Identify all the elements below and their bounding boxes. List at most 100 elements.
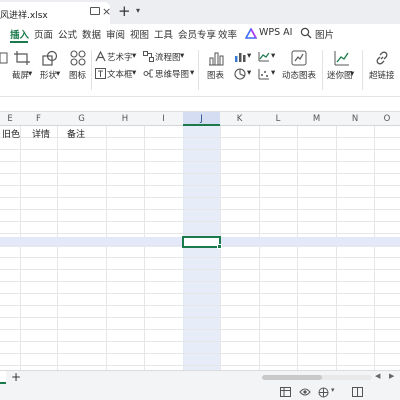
menu-page[interactable]: 页面 bbox=[34, 27, 53, 41]
menu-insert[interactable]: 插入 bbox=[10, 27, 29, 41]
hyperlink-icon[interactable] bbox=[374, 50, 390, 66]
bar-chart-caret[interactable]: ▾ bbox=[247, 51, 251, 61]
flowchart-label[interactable]: 流程图 bbox=[155, 51, 181, 63]
grid-line bbox=[0, 185, 400, 186]
screenshot-label[interactable]: 截屏 bbox=[12, 69, 29, 81]
eye-icon[interactable] bbox=[299, 387, 311, 397]
art-text-label[interactable]: 艺术字 bbox=[107, 51, 133, 63]
screenshot-caret[interactable]: ▾ bbox=[28, 69, 32, 79]
view-mode-caret[interactable]: ▾ bbox=[331, 386, 335, 394]
column-header-k[interactable]: K bbox=[220, 114, 259, 124]
document-tab[interactable]: 风进祥.xlsx × bbox=[0, 2, 111, 24]
normal-view-icon[interactable] bbox=[280, 387, 291, 397]
shape-label[interactable]: 形状 bbox=[40, 69, 57, 81]
page-layout-icon[interactable] bbox=[318, 387, 329, 398]
column-header-f[interactable]: F bbox=[20, 114, 57, 124]
textbox-label[interactable]: 文本框 bbox=[107, 68, 133, 80]
pie-chart-caret[interactable]: ▾ bbox=[247, 68, 251, 78]
search-icon[interactable] bbox=[300, 27, 312, 39]
mindmap-icon[interactable] bbox=[143, 68, 154, 79]
chart-label[interactable]: 图表 bbox=[207, 69, 224, 81]
menu-efficiency[interactable]: 效率 bbox=[218, 27, 237, 41]
hyperlink-label[interactable]: 超链接 bbox=[369, 69, 395, 81]
column-header-o[interactable]: O bbox=[374, 114, 400, 124]
menu-data[interactable]: 数据 bbox=[82, 27, 101, 41]
chart-icon[interactable] bbox=[208, 50, 224, 66]
mindmap-caret[interactable]: ▾ bbox=[190, 68, 194, 78]
status-bar: ▾ bbox=[0, 384, 400, 400]
page-break-view-icon[interactable] bbox=[352, 387, 363, 397]
dynamic-chart-icon[interactable] bbox=[291, 50, 307, 66]
line-chart-icon[interactable] bbox=[258, 51, 270, 62]
grid-line bbox=[0, 365, 400, 366]
column-header-j[interactable]: J bbox=[183, 114, 220, 124]
shape-caret[interactable]: ▾ bbox=[56, 69, 60, 79]
menu-wps-ai[interactable]: WPS AI bbox=[259, 27, 292, 38]
grid-line bbox=[0, 221, 400, 222]
flowchart-caret[interactable]: ▾ bbox=[180, 51, 184, 61]
active-cell[interactable] bbox=[182, 236, 221, 248]
grid-line bbox=[106, 126, 107, 370]
grid-line bbox=[336, 126, 337, 370]
grid-line bbox=[0, 353, 400, 354]
wps-ai-icon bbox=[245, 28, 257, 39]
icons-icon[interactable] bbox=[70, 50, 86, 66]
monitor-icon[interactable] bbox=[90, 7, 100, 15]
column-header-h[interactable]: H bbox=[106, 114, 144, 124]
menu-review[interactable]: 审阅 bbox=[106, 27, 125, 41]
shape-icon[interactable] bbox=[42, 50, 58, 66]
grid-line bbox=[297, 126, 298, 370]
scroll-left-icon[interactable]: ◀ bbox=[375, 372, 380, 380]
grid-line bbox=[0, 329, 400, 330]
cell-f1[interactable]: 详情 bbox=[32, 127, 50, 140]
textbox-caret[interactable]: ▾ bbox=[132, 68, 136, 78]
sparkline-caret[interactable]: ▾ bbox=[350, 69, 354, 79]
column-header-j-selected[interactable]: J bbox=[183, 112, 220, 126]
ribbon-separator bbox=[362, 50, 363, 90]
title-bar: 风进祥.xlsx × + ▾ bbox=[0, 0, 400, 24]
close-tab-icon[interactable]: × bbox=[102, 5, 111, 18]
mindmap-label[interactable]: 思维导图 bbox=[155, 68, 189, 80]
bar-chart-icon[interactable] bbox=[234, 51, 246, 62]
grid-line bbox=[57, 126, 58, 370]
fill-handle[interactable] bbox=[217, 244, 222, 249]
scatter-chart-icon[interactable] bbox=[258, 68, 270, 80]
add-sheet-button[interactable]: + bbox=[11, 370, 21, 384]
art-text-icon[interactable] bbox=[95, 51, 106, 62]
selected-column-fill bbox=[183, 126, 220, 370]
cell-g1[interactable]: 备注 bbox=[67, 127, 85, 140]
flowchart-icon[interactable] bbox=[143, 51, 154, 62]
menu-member[interactable]: 会员专享 bbox=[178, 27, 216, 41]
column-header-l[interactable]: L bbox=[259, 114, 297, 124]
horizontal-scrollbar-thumb[interactable] bbox=[262, 375, 322, 380]
tab-list-dropdown-icon[interactable]: ▾ bbox=[136, 6, 140, 15]
art-text-caret[interactable]: ▾ bbox=[132, 51, 136, 61]
new-tab-button[interactable]: + bbox=[118, 2, 131, 20]
menu-view[interactable]: 视图 bbox=[130, 27, 149, 41]
line-chart-caret[interactable]: ▾ bbox=[271, 51, 275, 61]
textbox-icon[interactable] bbox=[95, 68, 106, 79]
picture-icon[interactable] bbox=[0, 52, 8, 64]
menu-search-label[interactable]: 图片 bbox=[315, 27, 334, 41]
menu-tools[interactable]: 工具 bbox=[154, 27, 173, 41]
screenshot-icon[interactable] bbox=[13, 50, 31, 66]
scatter-chart-caret[interactable]: ▾ bbox=[271, 68, 275, 78]
sparkline-icon[interactable] bbox=[334, 50, 350, 66]
column-header-g[interactable]: G bbox=[57, 114, 106, 124]
sparkline-label[interactable]: 迷你图 bbox=[327, 69, 353, 81]
sheet-tab-active[interactable] bbox=[0, 371, 6, 384]
pie-chart-icon[interactable] bbox=[234, 68, 246, 80]
grid-line bbox=[0, 269, 400, 270]
cell-e1[interactable]: 旧色 bbox=[2, 127, 20, 140]
scroll-right-icon[interactable]: ▶ bbox=[389, 372, 394, 380]
column-header-i[interactable]: I bbox=[144, 114, 183, 124]
menu-bar: 插入 页面 公式 数据 审阅 视图 工具 会员专享 效率 WPS AI 图片 bbox=[0, 24, 400, 44]
column-header-m[interactable]: M bbox=[297, 114, 336, 124]
column-header-e[interactable]: E bbox=[0, 114, 20, 124]
menu-formula[interactable]: 公式 bbox=[58, 27, 77, 41]
icons-label[interactable]: 图标 bbox=[69, 69, 86, 81]
ribbon-separator bbox=[91, 50, 92, 90]
column-header-n[interactable]: N bbox=[336, 114, 374, 124]
grid-line bbox=[0, 197, 400, 198]
dynamic-chart-label[interactable]: 动态图表 bbox=[282, 69, 316, 81]
